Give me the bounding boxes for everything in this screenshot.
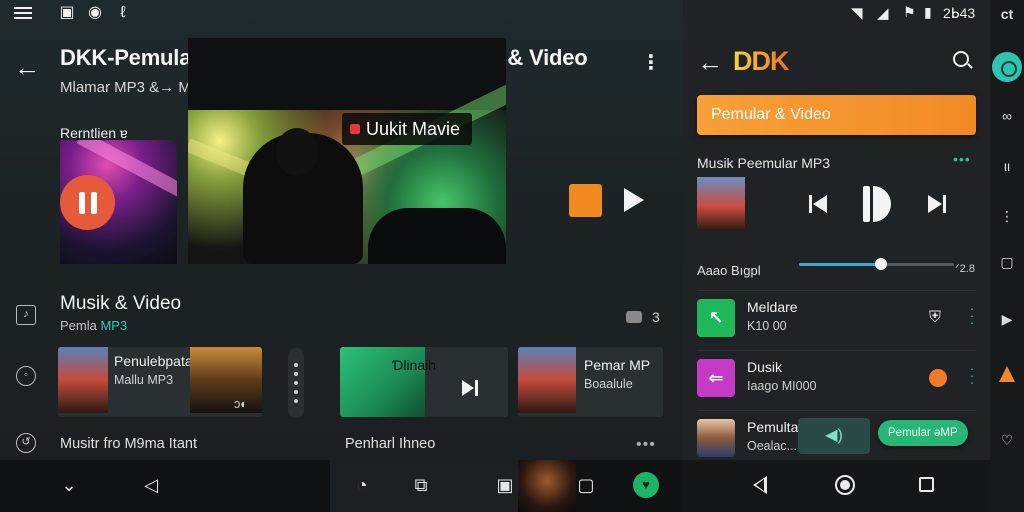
app-logo: DDK	[733, 46, 789, 76]
more-horizontal-icon[interactable]: •••	[636, 436, 656, 454]
stop-button[interactable]	[569, 184, 602, 217]
back-arrow-icon[interactable]: ←	[14, 54, 40, 81]
skip-next-icon[interactable]	[462, 380, 480, 396]
media-card[interactable]: Penulebpatabr2 Mallu MP3 ɔ◐	[58, 347, 262, 417]
recent-row-label[interactable]: Musitr fro M9ma Itant	[60, 436, 197, 452]
list-item-tile-icon: ⇐	[697, 359, 735, 397]
toolbar-label: ct	[1000, 6, 1014, 22]
play-button[interactable]	[624, 188, 644, 212]
nav-back-icon[interactable]: ◁	[140, 474, 162, 496]
more-vertical-icon[interactable]: · · ·	[969, 361, 975, 389]
play-icon[interactable]: ▶	[990, 311, 1024, 328]
card-options-icon[interactable]	[288, 348, 304, 418]
right-app-panel: ◥ ◢ ⚑ ▮ 2ᖯ43 ← DDK Pemular & Video Musik…	[683, 0, 990, 512]
notification-icon: ⚑	[903, 4, 916, 20]
more-vertical-icon[interactable]: · · ·	[969, 301, 975, 329]
status-bar-left: ▣ ◉ ℓ	[0, 0, 683, 26]
replay-icon[interactable]: ◔	[351, 474, 373, 496]
app-shortcut-icon[interactable]: ♥	[633, 472, 659, 498]
text-icon[interactable]: ιι	[990, 158, 1024, 174]
more-horizontal-icon[interactable]: •••	[953, 151, 971, 167]
search-icon[interactable]	[953, 51, 969, 67]
mic-icon: ℓ	[120, 4, 126, 21]
more-options-icon[interactable]: ⋮	[640, 50, 662, 74]
pause-button[interactable]	[60, 175, 115, 230]
thumbs-up-icon	[626, 311, 642, 323]
seek-bar-fill	[799, 263, 882, 266]
media-card[interactable]: Pemar MP Boaalule	[518, 347, 663, 417]
previous-track-icon[interactable]	[809, 195, 829, 213]
status-bar-right: ◥ ◢ ⚑ ▮ 2ᖯ43	[683, 0, 990, 26]
like-count[interactable]: 3	[626, 309, 660, 325]
stop-square-icon[interactable]: ▣	[494, 474, 516, 496]
menu-icon[interactable]	[14, 4, 32, 22]
heart-icon[interactable]: ♡	[990, 432, 1024, 449]
list-item-tile-icon: ↖	[697, 299, 735, 337]
audio-wave-icon[interactable]: ◀)	[798, 418, 870, 454]
play-pause-button[interactable]	[863, 186, 891, 222]
recents-icon[interactable]: ▢	[575, 474, 597, 496]
side-toolbar: ct ∞ ιι ⋮ ▢ ▶ ♡	[990, 0, 1024, 512]
media-card[interactable]: Ɗlinaih	[340, 347, 508, 417]
left-app-panel: ▣ ◉ ℓ ← DKK-Pemular MP3 Terbaikt Fartart…	[0, 0, 683, 512]
battery-icon: ▮	[924, 4, 932, 20]
queue-icon[interactable]: ⧉	[410, 474, 432, 496]
active-tool-icon[interactable]	[992, 52, 1022, 82]
list-icon[interactable]: ⋮	[990, 208, 1024, 225]
compass-icon[interactable]: ◦	[16, 366, 36, 386]
section-title: Musik & Video	[60, 293, 182, 314]
album-art	[58, 347, 108, 413]
music-note-icon[interactable]: ♪	[16, 305, 36, 325]
wifi-icon: ◥	[851, 5, 863, 22]
category-banner-button[interactable]: Pemular & Video	[697, 95, 976, 135]
record-icon	[350, 124, 360, 134]
nav-home-icon[interactable]	[835, 475, 855, 495]
video-badge: Uukit Mavie	[342, 113, 473, 145]
next-track-icon[interactable]	[928, 195, 948, 213]
recent-row-label-2[interactable]: Penharl Ihneo	[345, 436, 435, 452]
video-player[interactable]: ▭ ↻ ⊏⊦	[188, 38, 506, 264]
download-icon[interactable]: ⛨	[929, 309, 947, 327]
shield-icon: ◉	[88, 4, 102, 21]
card-thumbnail	[190, 347, 262, 413]
progress-time: ᐟ2.8	[955, 263, 975, 275]
image-icon: ▣	[59, 4, 75, 21]
square-icon[interactable]: ▢	[990, 254, 1024, 271]
progress-label: Aaao Bıgpl	[697, 263, 761, 278]
now-playing-chip[interactable]: Pemular ǝMP	[878, 420, 968, 446]
list-item[interactable]: ↖ Meldare K10 00 ⛨ · · ·	[697, 290, 976, 350]
seek-bar[interactable]	[799, 258, 954, 270]
list-item[interactable]: ⇐ Dusik Iaago MI000 · · ·	[697, 350, 976, 410]
nav-back-icon[interactable]	[753, 476, 767, 494]
mini-player-art[interactable]	[518, 460, 576, 512]
history-icon[interactable]: ↺	[16, 433, 36, 453]
now-playing-art[interactable]	[697, 177, 745, 231]
clock: 2ᖯ43	[943, 5, 976, 21]
chevron-down-icon[interactable]: ⌄	[58, 474, 80, 496]
seek-bar-handle[interactable]	[875, 258, 888, 270]
warning-icon[interactable]	[999, 366, 1015, 382]
list-item-avatar	[697, 419, 735, 457]
link-icon[interactable]: ∞	[990, 108, 1024, 124]
signal-icon: ◢	[877, 5, 889, 22]
back-arrow-icon[interactable]: ←	[697, 47, 723, 78]
section-subtitle: Pemla MP3	[60, 318, 128, 333]
album-art	[518, 347, 576, 413]
nav-recents-icon[interactable]	[919, 477, 934, 492]
record-icon[interactable]	[929, 369, 947, 387]
now-playing-title: Musik Peemular MP3	[697, 155, 831, 171]
playlist-label: Rerntlien ɐ	[60, 125, 128, 141]
